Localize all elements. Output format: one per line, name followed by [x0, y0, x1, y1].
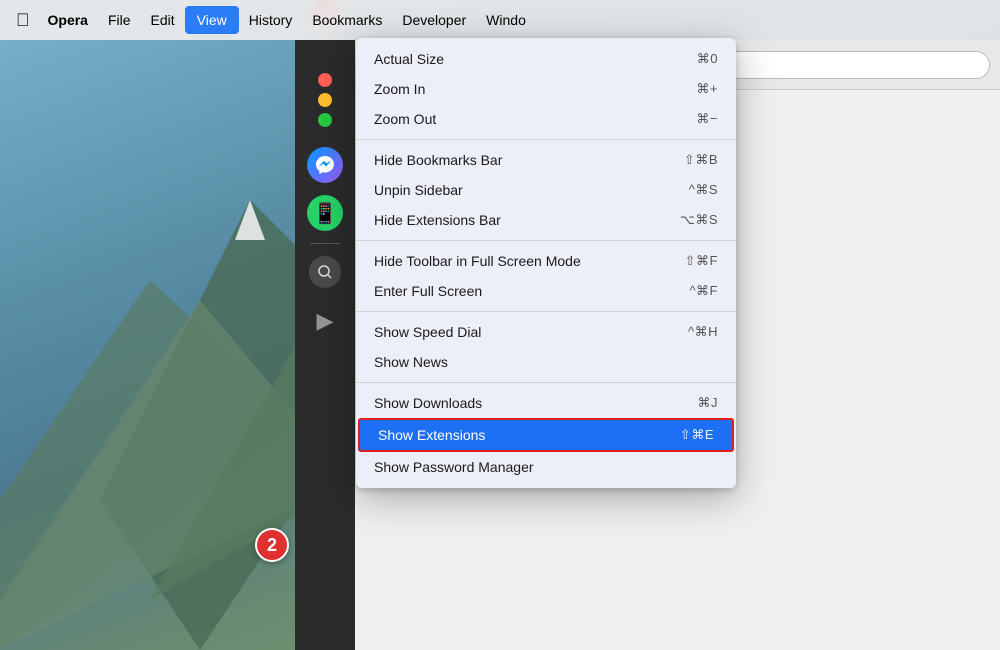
menu-show-downloads[interactable]: Show Downloads ⌘J [356, 388, 736, 418]
menu-item-label: Show Downloads [374, 395, 482, 411]
badge-2: 2 [255, 528, 289, 562]
menubar-window[interactable]: Windo [476, 8, 536, 32]
menu-item-label: Show Password Manager [374, 459, 534, 475]
menu-item-shortcut: ⌘+ [696, 81, 718, 97]
menu-item-label: Show News [374, 354, 448, 370]
menu-separator-3 [356, 311, 736, 312]
menu-item-label: Actual Size [374, 51, 444, 67]
sidebar-search-icon[interactable] [309, 256, 341, 288]
menu-separator-4 [356, 382, 736, 383]
menu-show-extensions[interactable]: Show Extensions ⇧⌘E [358, 418, 734, 452]
menu-enter-fullscreen[interactable]: Enter Full Screen ^⌘F [356, 276, 736, 306]
menubar-file[interactable]: File [98, 8, 141, 32]
menu-separator-2 [356, 240, 736, 241]
cursor-icon: ▶ [317, 308, 334, 334]
menu-item-shortcut: ⌥⌘S [680, 212, 718, 228]
maximize-button[interactable] [318, 113, 332, 127]
menubar-edit[interactable]: Edit [141, 8, 185, 32]
apple-menu[interactable]:  [8, 6, 38, 35]
sidebar-whatsapp-icon[interactable]: 📱 [307, 195, 343, 231]
menu-item-label: Hide Toolbar in Full Screen Mode [374, 253, 581, 269]
menubar-opera[interactable]: Opera [38, 8, 98, 32]
menu-item-label: Unpin Sidebar [374, 182, 463, 198]
badge-2-container: 2 [255, 528, 289, 562]
menu-item-label: Hide Extensions Bar [374, 212, 501, 228]
menubar-bookmarks[interactable]: Bookmarks [302, 8, 392, 32]
menu-hide-toolbar-fullscreen[interactable]: Hide Toolbar in Full Screen Mode ⇧⌘F [356, 246, 736, 276]
menu-item-label: Show Speed Dial [374, 324, 481, 340]
close-button[interactable] [318, 73, 332, 87]
menubar:  Opera File Edit View History Bookmarks… [0, 0, 1000, 40]
menu-show-news[interactable]: Show News [356, 347, 736, 377]
menu-item-shortcut: ⇧⌘E [680, 427, 714, 443]
traffic-lights [318, 73, 332, 127]
menu-item-shortcut: ^⌘H [688, 324, 718, 340]
menu-item-label: Enter Full Screen [374, 283, 482, 299]
menu-item-shortcut: ^⌘F [689, 283, 718, 299]
menu-item-shortcut: ⌘− [696, 111, 718, 127]
menu-item-label: Zoom In [374, 81, 425, 97]
menu-item-label: Zoom Out [374, 111, 436, 127]
menu-hide-extensions-bar[interactable]: Hide Extensions Bar ⌥⌘S [356, 205, 736, 235]
minimize-button[interactable] [318, 93, 332, 107]
sidebar-messenger-icon[interactable] [307, 147, 343, 183]
menubar-view[interactable]: View [185, 6, 239, 34]
menu-show-password-manager[interactable]: Show Password Manager [356, 452, 736, 482]
view-dropdown-menu: Actual Size ⌘0 Zoom In ⌘+ Zoom Out ⌘− Hi… [356, 38, 736, 488]
menu-item-label: Hide Bookmarks Bar [374, 152, 502, 168]
menu-actual-size[interactable]: Actual Size ⌘0 [356, 44, 736, 74]
menu-item-shortcut: ⇧⌘F [685, 253, 718, 269]
menu-hide-bookmarks-bar[interactable]: Hide Bookmarks Bar ⇧⌘B [356, 145, 736, 175]
opera-sidebar: 1 📱 ▶ [295, 40, 355, 650]
menu-show-speed-dial[interactable]: Show Speed Dial ^⌘H [356, 317, 736, 347]
menu-separator-1 [356, 139, 736, 140]
menubar-history[interactable]: History [239, 8, 303, 32]
menu-item-shortcut: ^⌘S [689, 182, 718, 198]
sidebar-divider [310, 243, 340, 244]
menu-item-shortcut: ⇧⌘B [684, 152, 718, 168]
menubar-developer[interactable]: Developer [392, 8, 476, 32]
menu-zoom-out[interactable]: Zoom Out ⌘− [356, 104, 736, 134]
menu-zoom-in[interactable]: Zoom In ⌘+ [356, 74, 736, 104]
menu-unpin-sidebar[interactable]: Unpin Sidebar ^⌘S [356, 175, 736, 205]
menu-item-label: Show Extensions [378, 427, 485, 443]
menu-item-shortcut: ⌘0 [697, 51, 718, 67]
menu-item-shortcut: ⌘J [698, 395, 719, 411]
